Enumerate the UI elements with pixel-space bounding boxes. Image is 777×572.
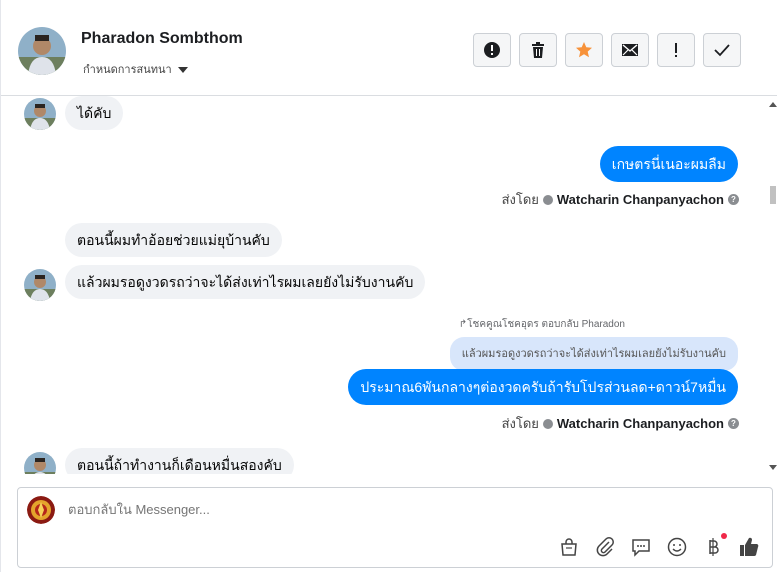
star-button[interactable]	[565, 33, 603, 67]
sent-by-prefix: ส่งโดย	[501, 416, 539, 431]
incoming-message[interactable]: แล้วผมรอดูงวดรถว่าจะได้ส่งเท่าไรผมเลยยัง…	[65, 265, 426, 299]
help-icon[interactable]: ?	[728, 194, 739, 205]
sent-by-line: ส่งโดย Watcharin Chanpanyachon ?	[502, 413, 739, 434]
spam-button[interactable]	[657, 33, 695, 67]
chat-bubble-icon	[632, 539, 650, 557]
sent-by-name[interactable]: Watcharin Chanpanyachon	[557, 192, 724, 207]
incoming-message[interactable]: ตอนนี้ถ้าทำงานก็เดือนหมื่นสองคับ	[65, 448, 294, 474]
delete-button[interactable]	[519, 33, 557, 67]
incoming-message[interactable]: ได้คับ	[65, 96, 124, 130]
sender-avatar[interactable]	[24, 98, 56, 130]
message-thread: ได้คับ เกษตรนี่เนอะผมลืม ส่งโดย Watchari…	[1, 96, 766, 474]
shop-button[interactable]	[558, 536, 580, 558]
trash-icon	[532, 42, 544, 58]
reply-arrow-icon: ↱	[458, 319, 468, 330]
sent-by-line: ส่งโดย Watcharin Chanpanyachon ?	[502, 189, 739, 210]
scroll-thumb[interactable]	[770, 186, 776, 204]
reply-note: ↱โชคคูณโชคอุดร ตอบกลับ Pharadon	[459, 317, 625, 332]
label-selector[interactable]: กำหนดการสนทนา	[83, 60, 188, 78]
help-icon[interactable]: ?	[728, 418, 739, 429]
exclamation-icon	[675, 43, 677, 57]
sent-by-prefix: ส่งโดย	[501, 192, 539, 207]
sender-avatar[interactable]	[24, 452, 56, 474]
reply-note-text: โชคคูณโชคอุดร ตอบกลับ Pharadon	[467, 319, 625, 330]
page-icon	[542, 418, 553, 429]
scroll-down-arrow[interactable]	[769, 465, 777, 470]
mail-icon	[622, 44, 638, 56]
attach-button[interactable]	[594, 536, 616, 558]
like-button[interactable]	[738, 536, 760, 558]
mark-unread-button[interactable]	[611, 33, 649, 67]
paperclip-icon	[596, 537, 614, 557]
thread-scrollbar[interactable]	[767, 96, 777, 474]
payment-button[interactable]	[702, 533, 727, 558]
alert-icon	[484, 42, 500, 58]
quoted-message[interactable]: แล้วผมรอดูงวดรถว่าจะได้ส่งเท่าไรผมเลยยัง…	[449, 337, 738, 371]
composer-tools	[558, 533, 760, 558]
saved-replies-button[interactable]	[630, 536, 652, 558]
shopping-bag-icon	[561, 538, 577, 556]
outgoing-message[interactable]: เกษตรนี่เนอะผมลืม	[599, 146, 738, 182]
contact-avatar[interactable]	[18, 27, 66, 75]
thumbs-up-icon	[740, 537, 759, 557]
incoming-message[interactable]: ตอนนี้ผมทำอ้อยช่วยแม่ยุบ้านคับ	[65, 223, 282, 257]
conversation-header: Pharadon Sombthom กำหนดการสนทนา	[1, 0, 777, 96]
sent-by-name[interactable]: Watcharin Chanpanyachon	[557, 416, 724, 431]
reply-composer	[17, 487, 773, 568]
header-actions	[473, 33, 741, 67]
smiley-icon	[667, 537, 687, 557]
sender-avatar[interactable]	[24, 269, 56, 301]
important-button[interactable]	[473, 33, 511, 67]
star-icon	[576, 42, 592, 58]
emoji-button[interactable]	[666, 536, 688, 558]
reply-input[interactable]	[68, 502, 568, 517]
page-avatar	[27, 496, 55, 524]
label-selector-text: กำหนดการสนทนา	[83, 64, 172, 76]
page-icon	[542, 194, 553, 205]
done-button[interactable]	[703, 33, 741, 67]
scroll-up-arrow[interactable]	[769, 102, 777, 107]
notification-dot	[721, 533, 727, 539]
contact-name[interactable]: Pharadon Sombthom	[81, 30, 243, 48]
baht-icon	[709, 538, 719, 556]
conversation-panel: Pharadon Sombthom กำหนดการสนทนา ได้คับ เ…	[0, 0, 777, 572]
caret-down-icon	[177, 66, 188, 73]
check-icon	[714, 44, 730, 57]
outgoing-message[interactable]: ประมาณ6พันกลางๆต่องวดครับถ้ารับโปรส่วนลด…	[348, 369, 738, 405]
